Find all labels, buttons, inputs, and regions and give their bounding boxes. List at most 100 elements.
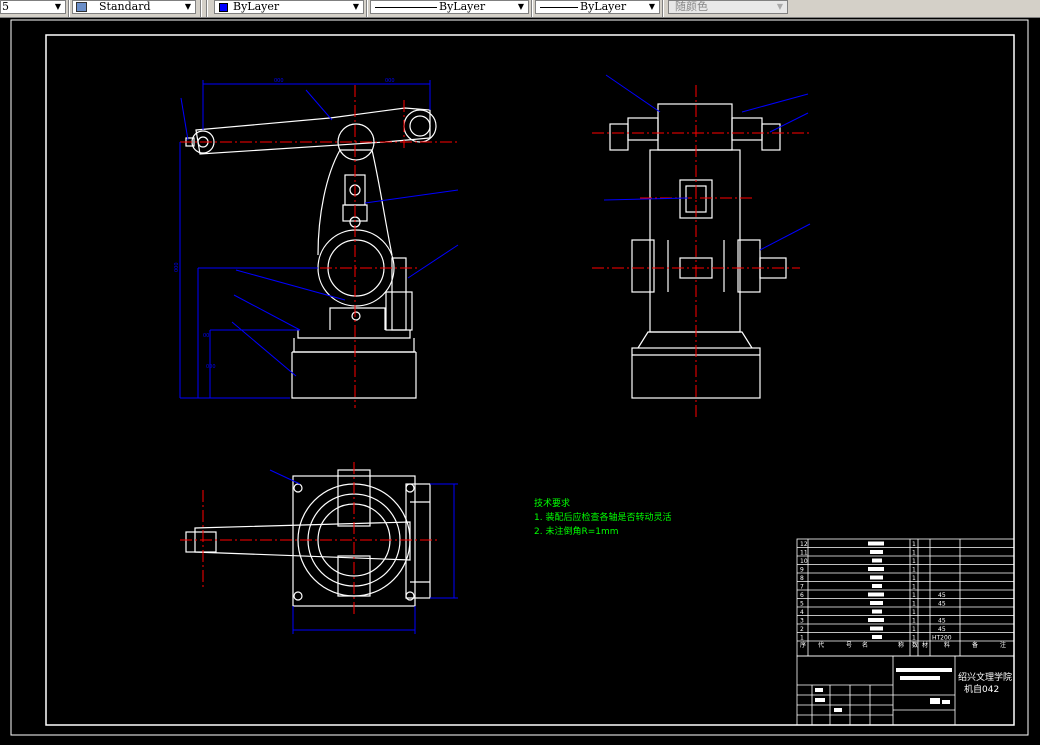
side-leaders xyxy=(603,74,811,251)
svg-text:000: 000 xyxy=(206,364,216,370)
bom-header-cell: 号 xyxy=(846,642,852,649)
toolbar-separator xyxy=(68,0,70,17)
sheet-box xyxy=(942,700,950,704)
bom-header-cell: 备 xyxy=(972,641,978,649)
signature-block xyxy=(834,708,842,712)
bom-header-cell: 称 xyxy=(898,641,904,649)
bom-row-material: HT200 xyxy=(932,635,952,642)
drawing-subname-text xyxy=(900,676,940,680)
bom-row-number: 10 xyxy=(800,558,808,565)
bom-row-name xyxy=(872,584,882,588)
color-dropdown[interactable]: ByLayer ▼ xyxy=(214,0,364,14)
title-block-text: 绍兴文理学院 机自042 xyxy=(815,668,1012,712)
cad-drawing: 000 000 000 00 000 技术要求 1. 装配后应检查各轴是否转动灵… xyxy=(10,19,1029,736)
bom-row-qty: 1 xyxy=(912,609,916,616)
toolbar-separator xyxy=(200,0,202,17)
bom-row-qty: 1 xyxy=(912,575,916,582)
bom-row-name xyxy=(872,635,882,639)
toolbar-separator xyxy=(366,0,368,17)
chevron-down-icon[interactable]: ▼ xyxy=(515,1,527,13)
lineweight-preview-icon xyxy=(540,7,578,8)
bom-header-cell: 注 xyxy=(1000,641,1006,649)
tech-req-line-1: 1. 装配后应检查各轴是否转动灵活 xyxy=(534,511,671,523)
toolbar-separator xyxy=(531,0,533,17)
bom-row-qty: 1 xyxy=(912,584,916,591)
toolbar-separator xyxy=(206,0,208,17)
color-swatch-icon xyxy=(219,3,228,12)
drawing-canvas[interactable]: 000 000 000 00 000 技术要求 1. 装配后应检查各轴是否转动灵… xyxy=(0,17,1040,741)
bom-row-number: 9 xyxy=(800,567,804,574)
side-view xyxy=(609,103,787,399)
lineweight-value: ByLayer xyxy=(580,0,627,13)
bom-row-number: 3 xyxy=(800,618,804,625)
bom-row-number: 12 xyxy=(800,541,808,548)
bom-row-material: 45 xyxy=(938,592,946,599)
bom-row-name xyxy=(870,550,883,554)
bom-row-qty: 1 xyxy=(912,635,916,642)
bom-row-material: 45 xyxy=(938,618,946,625)
bom-row-number: 6 xyxy=(800,592,804,599)
bom-row-qty: 1 xyxy=(912,541,916,548)
bom-header-cell: 序 xyxy=(800,641,806,649)
bom-row-name xyxy=(868,541,884,546)
chevron-down-icon[interactable]: ▼ xyxy=(52,1,64,13)
bom-row-number: 11 xyxy=(800,550,808,557)
color-value: ByLayer xyxy=(233,0,280,13)
bom-header-cell: 名 xyxy=(862,641,868,649)
linetype-dropdown[interactable]: ByLayer ▼ xyxy=(370,0,529,14)
bom-row-qty: 1 xyxy=(912,626,916,633)
scale-box xyxy=(930,698,940,704)
front-view xyxy=(185,107,437,399)
layer-dropdown[interactable]: 5 ▼ xyxy=(0,0,66,14)
toolbar-separator xyxy=(662,0,664,17)
chevron-down-icon[interactable]: ▼ xyxy=(182,1,194,13)
bom-row-number: 5 xyxy=(800,601,804,608)
bom-header-cell: 料 xyxy=(944,641,950,649)
textstyle-icon xyxy=(76,2,87,12)
bom-row-number: 4 xyxy=(800,609,804,616)
properties-toolbar: 5 ▼ Standard ▼ ByLayer ▼ ByLayer ▼ ByLay… xyxy=(0,0,1040,18)
bom-table xyxy=(796,538,1015,657)
linetype-value: ByLayer xyxy=(439,0,486,13)
bom-row-number: 8 xyxy=(800,575,804,582)
drawing-name-text xyxy=(896,668,952,672)
textstyle-dropdown[interactable]: Standard ▼ xyxy=(72,0,196,14)
textstyle-value: Standard xyxy=(99,0,151,13)
svg-text:00: 00 xyxy=(203,333,209,339)
bom-row-material: 45 xyxy=(938,626,946,633)
signature-block xyxy=(815,688,823,692)
bom-row-qty: 1 xyxy=(912,558,916,565)
bom-row-name xyxy=(868,567,884,571)
chevron-down-icon[interactable]: ▼ xyxy=(646,1,658,13)
top-centerlines xyxy=(180,462,440,615)
bom-row-qty: 1 xyxy=(912,601,916,608)
chevron-down-icon[interactable]: ▼ xyxy=(774,1,786,13)
bom-row-name xyxy=(872,609,882,614)
signature-block xyxy=(815,698,825,702)
tech-requirements: 技术要求 1. 装配后应检查各轴是否转动灵活 2. 未注倒角R=1mm xyxy=(534,497,671,537)
lineweight-dropdown[interactable]: ByLayer ▼ xyxy=(535,0,660,14)
bom-row-name xyxy=(870,575,883,580)
bom-row-name xyxy=(870,626,883,631)
svg-text:000: 000 xyxy=(385,78,395,84)
bom-header-cell: 代 xyxy=(818,641,824,649)
chevron-down-icon[interactable]: ▼ xyxy=(350,1,362,13)
class-name: 机自042 xyxy=(964,683,999,695)
layer-value: 5 xyxy=(2,0,9,13)
side-centerlines xyxy=(592,85,810,420)
bom-row-number: 2 xyxy=(800,626,804,633)
bom-header-cell: 数 xyxy=(912,641,918,649)
bom-row-name xyxy=(868,618,884,622)
top-view xyxy=(185,469,431,607)
bom-row-qty: 1 xyxy=(912,567,916,574)
linetype-preview-icon xyxy=(375,7,437,8)
bom-row-number: 7 xyxy=(800,584,804,591)
plotstyle-dropdown[interactable]: 随颜色 ▼ xyxy=(668,0,788,14)
bom-row-material: 45 xyxy=(938,601,946,608)
bom-row-qty: 1 xyxy=(912,618,916,625)
svg-text:000: 000 xyxy=(274,78,284,84)
bom-row-qty: 1 xyxy=(912,550,916,557)
bom-row-name xyxy=(870,601,883,605)
bom-row-number: 1 xyxy=(800,635,804,642)
plotstyle-value: 随颜色 xyxy=(675,0,708,13)
